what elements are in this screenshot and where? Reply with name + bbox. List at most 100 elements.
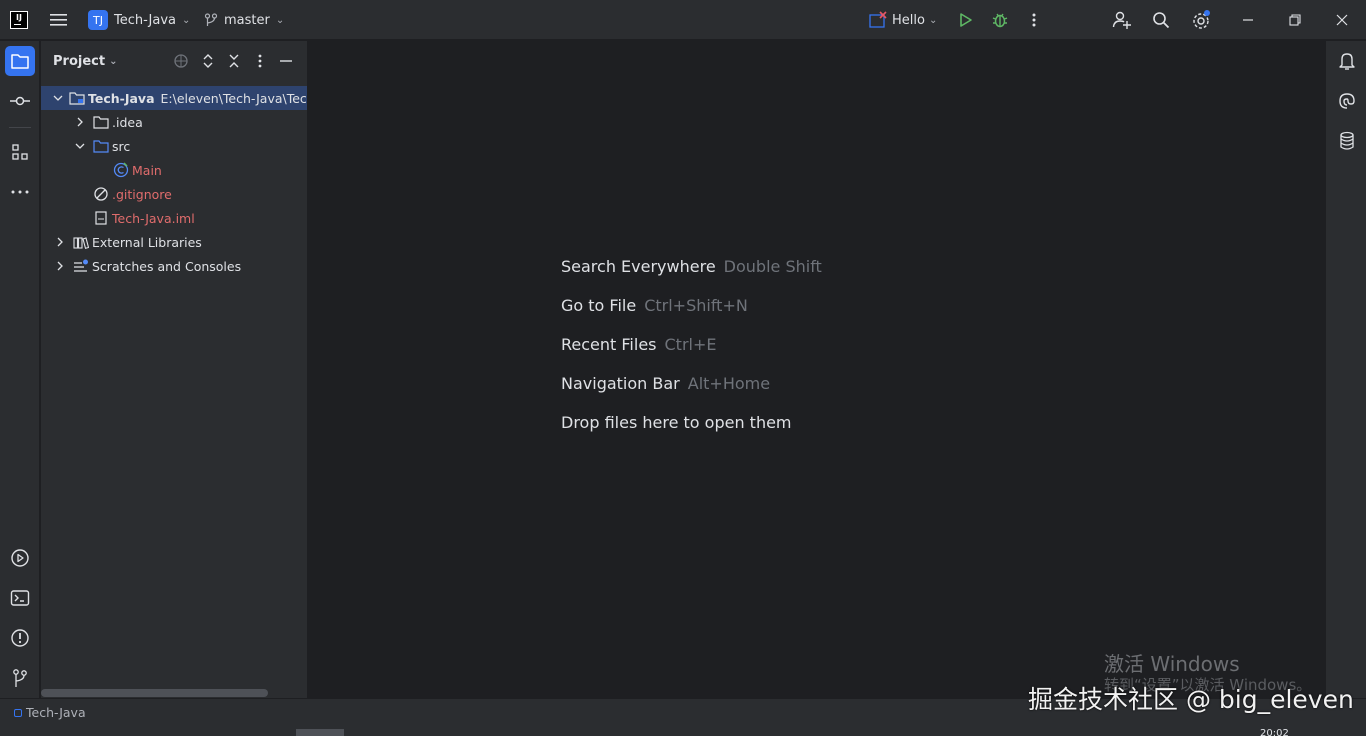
- tree-node-label: Scratches and Consoles: [92, 258, 242, 274]
- hint-navigation-bar: Navigation Bar Alt+Home: [561, 374, 770, 393]
- windows-activation-title: 激活 Windows: [1104, 652, 1240, 676]
- chevron-down-icon[interactable]: [53, 94, 63, 102]
- tree-node-src[interactable]: src: [41, 134, 307, 158]
- tree-node-label: .gitignore: [112, 186, 172, 202]
- database-tool-button[interactable]: [1335, 129, 1359, 153]
- hide-panel-button[interactable]: [276, 51, 296, 71]
- ai-assistant-button[interactable]: [1335, 89, 1359, 113]
- right-tool-stripe: [1325, 41, 1366, 698]
- run-config-name: Hello: [892, 12, 925, 28]
- collapse-all-button[interactable]: [224, 51, 244, 71]
- minimize-icon: [1243, 19, 1253, 21]
- vcs-branch-widget[interactable]: master ⌄: [204, 0, 284, 40]
- select-opened-file-button[interactable]: [171, 51, 191, 71]
- notifications-button[interactable]: [1335, 49, 1359, 73]
- hint-shortcut: Ctrl+Shift+N: [644, 296, 748, 315]
- stripe-divider: [9, 127, 31, 128]
- status-bar-project[interactable]: Tech-Java: [14, 705, 86, 720]
- run-icon: [960, 13, 972, 27]
- project-switcher[interactable]: TJ Tech-Java ⌄: [88, 0, 190, 40]
- tree-node-label: .idea: [112, 114, 143, 130]
- branch-name: master: [224, 12, 270, 28]
- horizontal-scrollbar[interactable]: [41, 689, 268, 697]
- structure-icon: [12, 144, 28, 160]
- services-tool-button[interactable]: [5, 543, 35, 573]
- chevron-right-icon[interactable]: [53, 261, 67, 271]
- tree-node-external-libraries[interactable]: External Libraries: [41, 230, 307, 254]
- taskbar-item[interactable]: [296, 729, 344, 736]
- ignore-file-icon: [93, 186, 109, 202]
- debug-button[interactable]: [988, 0, 1012, 40]
- tree-node-iml[interactable]: Tech-Java.iml: [41, 206, 307, 230]
- minimize-window-button[interactable]: [1236, 0, 1260, 40]
- tree-node-gitignore[interactable]: .gitignore: [41, 182, 307, 206]
- tree-node-idea[interactable]: .idea: [41, 110, 307, 134]
- panel-options-button[interactable]: [250, 51, 270, 71]
- hint-shortcut: Double Shift: [723, 257, 822, 276]
- tree-node-label: Tech-Java: [88, 90, 155, 106]
- gear-icon: [1193, 10, 1210, 29]
- branch-icon: [204, 13, 218, 26]
- library-icon: [73, 234, 89, 250]
- scratches-icon: [73, 258, 89, 274]
- more-actions-button[interactable]: [1022, 0, 1046, 40]
- hint-drop-files: Drop files here to open them: [561, 413, 792, 432]
- problems-icon: [11, 629, 29, 647]
- run-configuration-selector[interactable]: Hello ⌄: [868, 0, 937, 40]
- ai-assistant-icon: [1339, 93, 1355, 109]
- source-folder-icon: [93, 138, 109, 154]
- tree-node-main[interactable]: Main: [41, 158, 307, 182]
- project-square-icon: [14, 708, 22, 717]
- more-vertical-icon: [258, 54, 262, 68]
- tree-node-label: src: [112, 138, 131, 154]
- hint-go-to-file: Go to File Ctrl+Shift+N: [561, 296, 748, 315]
- project-panel-title: Project: [53, 53, 106, 69]
- terminal-icon: [10, 590, 30, 606]
- structure-tool-button[interactable]: [5, 137, 35, 167]
- tree-node-label: Main: [132, 162, 162, 178]
- add-user-icon: [1112, 11, 1131, 29]
- chevron-down-icon: ⌄: [182, 14, 191, 26]
- search-everywhere-button[interactable]: [1149, 0, 1173, 40]
- run-button[interactable]: [954, 0, 978, 40]
- more-tools-button[interactable]: [5, 177, 35, 207]
- app-logo[interactable]: IJ: [10, 0, 30, 40]
- run-config-error-icon: [869, 11, 887, 28]
- module-file-icon: [93, 210, 109, 226]
- commit-tool-button[interactable]: [5, 86, 35, 116]
- collapse-all-icon: [229, 54, 239, 68]
- project-tool-button[interactable]: [5, 46, 35, 76]
- chevron-down-icon[interactable]: [73, 142, 87, 150]
- settings-button[interactable]: [1189, 0, 1213, 40]
- code-with-me-button[interactable]: [1110, 0, 1134, 40]
- project-view-selector[interactable]: Project ⌄: [53, 54, 117, 69]
- expand-all-button[interactable]: [198, 51, 218, 71]
- tree-node-scratches[interactable]: Scratches and Consoles: [41, 254, 307, 278]
- project-tool-window: Project ⌄ Tech-Java E:\eleven\Tech-Java\…: [41, 41, 308, 698]
- git-branch-icon: [13, 669, 27, 687]
- hint-label: Recent Files: [561, 335, 657, 354]
- restore-window-button[interactable]: [1283, 0, 1307, 40]
- system-clock: 20:02: [1260, 728, 1289, 736]
- database-icon: [1340, 131, 1354, 150]
- left-tool-stripe: [0, 41, 40, 698]
- terminal-tool-button[interactable]: [5, 583, 35, 613]
- main-menu-button[interactable]: [48, 0, 70, 40]
- problems-tool-button[interactable]: [5, 623, 35, 653]
- project-name: Tech-Java: [114, 12, 176, 28]
- module-folder-icon: [69, 90, 85, 106]
- more-horizontal-icon: [11, 190, 29, 194]
- hint-label: Drop files here to open them: [561, 413, 792, 432]
- hint-label: Search Everywhere: [561, 257, 716, 276]
- git-tool-button[interactable]: [5, 663, 35, 693]
- hint-shortcut: Alt+Home: [687, 374, 771, 393]
- bell-icon: [1339, 53, 1355, 70]
- chevron-right-icon[interactable]: [53, 237, 67, 247]
- chevron-right-icon[interactable]: [73, 117, 87, 127]
- tree-node-label: External Libraries: [92, 234, 202, 250]
- chevron-down-icon: ⌄: [928, 14, 938, 26]
- tree-node-project-root[interactable]: Tech-Java E:\eleven\Tech-Java\Tech: [41, 86, 307, 110]
- close-window-button[interactable]: [1330, 0, 1354, 40]
- hint-label: Navigation Bar: [561, 374, 680, 393]
- chevron-down-icon: ⌄: [109, 55, 118, 67]
